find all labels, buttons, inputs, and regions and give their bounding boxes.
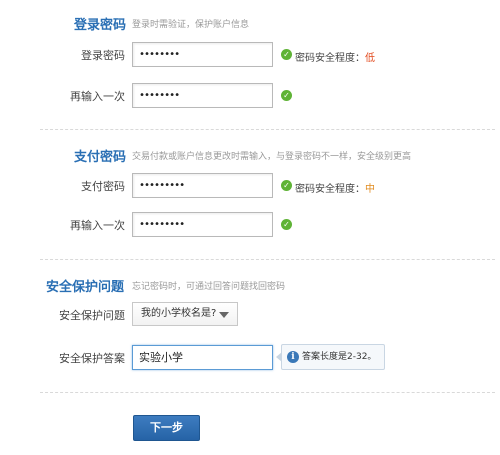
check-icon: ✓ — [281, 49, 292, 60]
registration-form: 登录密码 登录时需验证，保护账户信息 登录密码 •••••••• ✓ 密码安全程… — [0, 0, 500, 455]
check-icon: ✓ — [281, 180, 292, 191]
security-question-label: 安全保护问题 — [59, 309, 125, 322]
security-answer-label: 安全保护答案 — [59, 352, 125, 365]
login-password-input[interactable]: •••••••• — [132, 42, 273, 67]
payment-password-label: 支付密码 — [81, 180, 125, 193]
security-question-select[interactable]: 我的小学校名是? — [132, 302, 238, 326]
payment-confirm-label: 再输入一次 — [70, 219, 125, 232]
strength-label: 密码安全程度： — [295, 53, 365, 64]
section-divider — [40, 129, 495, 130]
section-divider — [40, 392, 495, 393]
strength-value: 低 — [365, 53, 375, 64]
payment-password-strength: 密码安全程度：中 — [295, 180, 375, 195]
login-confirm-label: 再输入一次 — [70, 90, 125, 103]
chevron-down-icon — [219, 312, 229, 318]
check-icon: ✓ — [281, 90, 292, 101]
strength-value: 中 — [365, 184, 375, 195]
login-confirm-input[interactable]: •••••••• — [132, 83, 273, 108]
answer-tip-text: 答案长度是2-32。 — [302, 352, 377, 362]
section-divider — [40, 259, 495, 260]
security-question-section-hint: 忘记密码时，可通过回答问题找回密码 — [132, 282, 286, 292]
security-question-selected: 我的小学校名是? — [141, 308, 217, 319]
security-question-section-title: 安全保护问题 — [46, 280, 125, 295]
payment-password-section-hint: 交易付款或账户信息更改时需输入，与登录密码不一样，安全级别更高 — [132, 152, 412, 162]
payment-password-section-title: 支付密码 — [74, 150, 127, 165]
login-password-section-hint: 登录时需验证，保护账户信息 — [132, 20, 250, 30]
login-password-strength: 密码安全程度：低 — [295, 49, 375, 64]
security-answer-input[interactable]: 实验小学 — [132, 345, 273, 370]
info-icon: i — [287, 351, 299, 363]
login-password-label: 登录密码 — [81, 49, 125, 62]
payment-password-input[interactable]: ••••••••• — [132, 173, 273, 198]
next-step-button[interactable]: 下一步 — [133, 415, 200, 441]
answer-length-tip: i 答案长度是2-32。 — [276, 344, 385, 370]
login-password-section-title: 登录密码 — [74, 18, 127, 33]
check-icon: ✓ — [281, 219, 292, 230]
strength-label: 密码安全程度： — [295, 184, 365, 195]
payment-confirm-input[interactable]: ••••••••• — [132, 212, 273, 237]
